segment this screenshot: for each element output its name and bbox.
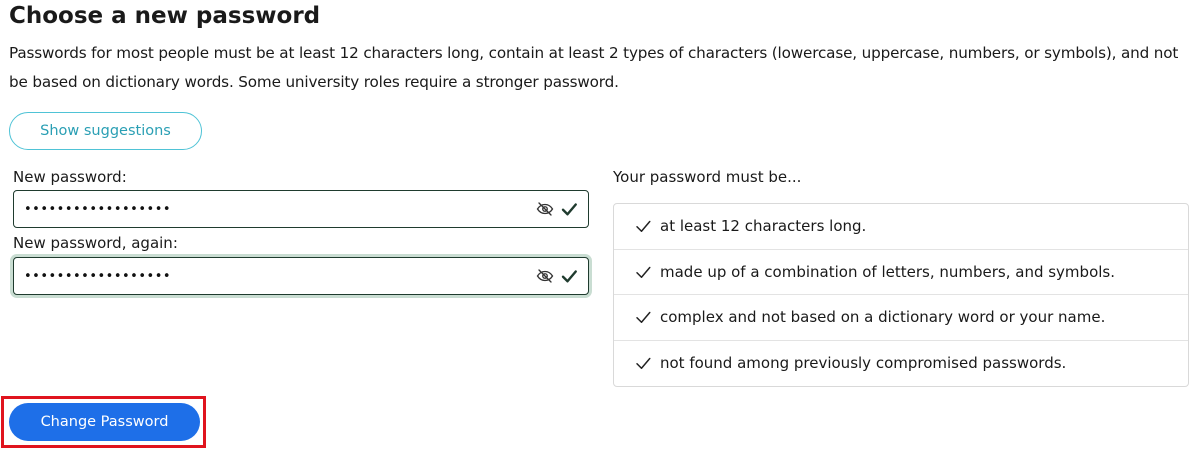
requirement-item: complex and not based on a dictionary wo… xyxy=(614,295,1188,341)
new-password-label: New password: xyxy=(13,168,127,186)
eye-slash-icon[interactable] xyxy=(535,199,555,219)
requirements-list: at least 12 characters long. made up of … xyxy=(613,203,1189,387)
password-policy-text: Passwords for most people must be at lea… xyxy=(9,44,1179,91)
requirement-text: at least 12 characters long. xyxy=(660,217,867,236)
eye-slash-icon[interactable] xyxy=(535,266,555,286)
check-icon xyxy=(559,199,579,219)
confirm-password-input[interactable] xyxy=(24,261,535,291)
check-icon xyxy=(634,217,652,235)
confirm-password-label: New password, again: xyxy=(13,234,178,252)
page-title: Choose a new password xyxy=(9,3,321,29)
confirm-password-field xyxy=(13,257,589,295)
check-icon xyxy=(634,354,652,372)
requirement-item: not found among previously compromised p… xyxy=(614,341,1188,387)
requirement-text: not found among previously compromised p… xyxy=(660,354,1067,373)
requirement-item: at least 12 characters long. xyxy=(614,204,1188,250)
requirement-text: made up of a combination of letters, num… xyxy=(660,262,1115,281)
check-icon xyxy=(634,308,652,326)
requirement-text: complex and not based on a dictionary wo… xyxy=(660,308,1106,327)
show-suggestions-button[interactable]: Show suggestions xyxy=(9,112,202,150)
requirement-item: made up of a combination of letters, num… xyxy=(614,250,1188,295)
check-icon xyxy=(634,263,652,281)
new-password-field xyxy=(13,190,589,228)
requirements-title: Your password must be... xyxy=(613,168,802,186)
new-password-input[interactable] xyxy=(24,194,535,224)
check-icon xyxy=(559,266,579,286)
change-password-button[interactable]: Change Password xyxy=(9,403,200,441)
password-change-page: Choose a new password Passwords for most… xyxy=(0,0,1197,450)
